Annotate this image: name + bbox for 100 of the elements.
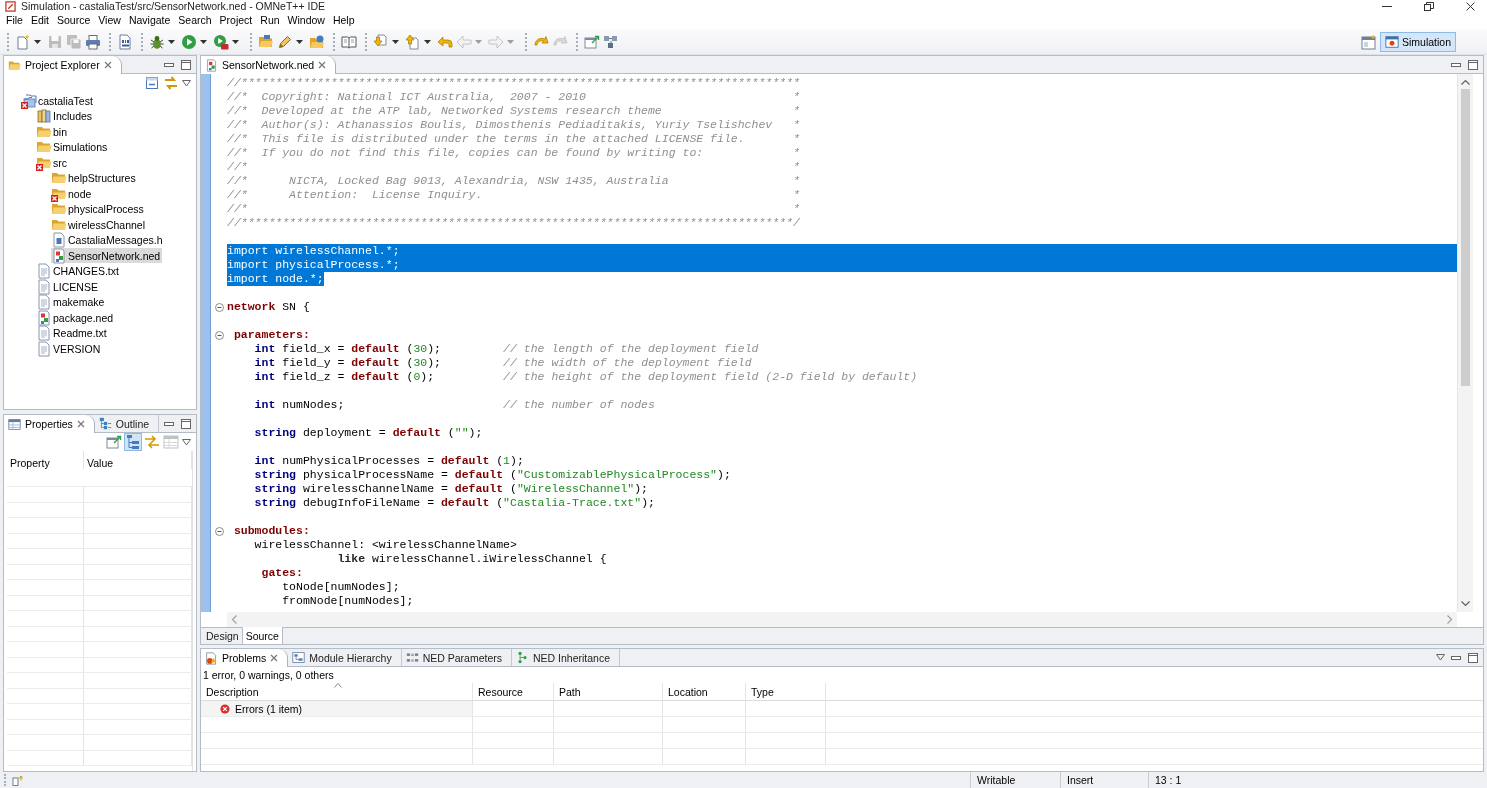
column-header[interactable]: Value: [87, 457, 114, 469]
close-icon[interactable]: [1466, 1, 1475, 11]
tree-list-icon[interactable]: [125, 434, 141, 450]
panel-tab[interactable]: Problems: [201, 649, 289, 667]
collapse-icon[interactable]: [214, 526, 224, 536]
tree-item[interactable]: helpStructures: [51, 170, 138, 186]
maximize-icon[interactable]: [180, 417, 192, 430]
column-header[interactable]: Path: [559, 685, 581, 698]
tree-item[interactable]: Includes: [36, 108, 95, 124]
column-header[interactable]: Property: [10, 457, 50, 469]
tree-item[interactable]: makemake: [36, 294, 107, 310]
column-header[interactable]: Description: [206, 685, 259, 698]
view-menu-icon[interactable]: [1436, 654, 1445, 661]
menu-item[interactable]: Run: [256, 13, 284, 28]
panel-tab[interactable]: Properties: [4, 415, 95, 433]
tree-item[interactable]: src: [36, 155, 69, 171]
scroll-right-icon[interactable]: [1447, 615, 1453, 624]
tree-item[interactable]: node: [51, 186, 94, 202]
tree-item[interactable]: CHANGES.txt: [36, 263, 121, 279]
tree-item[interactable]: wirelessChannel: [51, 217, 148, 233]
run-toolbox-icon[interactable]: [213, 33, 229, 50]
horizontal-scrollbar[interactable]: [227, 612, 1457, 627]
menu-item[interactable]: Navigate: [124, 13, 175, 28]
parameters-icon: [405, 651, 419, 664]
link-arrows-icon[interactable]: [163, 75, 179, 91]
tree-item[interactable]: CastaliaMessages.h: [51, 232, 165, 248]
dropdown-arrow-icon[interactable]: [232, 39, 239, 44]
view-menu-icon[interactable]: [182, 79, 191, 87]
tree-item[interactable]: LICENSE: [36, 279, 100, 295]
code-line: int field_x = default (30); // the length of the deployment field: [254, 342, 759, 356]
book-icon[interactable]: [341, 33, 357, 50]
panel-tab[interactable]: Outline: [94, 415, 160, 432]
dropdown-arrow-icon[interactable]: [34, 39, 41, 44]
collapse-all-icon[interactable]: [144, 75, 160, 91]
tree-item[interactable]: SensorNetwork.ned: [51, 248, 163, 264]
blocks-icon[interactable]: [603, 33, 619, 50]
menu-item[interactable]: Window: [283, 13, 329, 28]
code-line: //* Copyright: National ICT Australia, 2007 - 2010 *: [227, 90, 800, 104]
tree-item[interactable]: castaliaTest: [21, 93, 95, 109]
editor-tab[interactable]: SensorNetwork.ned: [201, 56, 337, 74]
view-menu-icon[interactable]: [182, 438, 191, 446]
tree-item[interactable]: Readme.txt: [36, 325, 109, 341]
tree-item[interactable]: VERSION: [36, 341, 103, 357]
code-line: //* Attention: License Inquiry. *: [227, 188, 800, 202]
outline-icon: [98, 417, 112, 430]
restore-icon[interactable]: [1424, 1, 1434, 11]
code-line: string physicalProcessName = default ("CustomizablePhysicalProcess");: [254, 468, 731, 482]
tree-item[interactable]: physicalProcess: [51, 201, 146, 217]
mode-tab[interactable]: Source: [242, 627, 283, 644]
scroll-left-icon[interactable]: [231, 615, 237, 624]
tree-item[interactable]: Simulations: [36, 139, 110, 155]
bug-icon[interactable]: [149, 33, 165, 50]
dropdown-arrow-icon[interactable]: [296, 39, 303, 44]
open-folder-icon[interactable]: [258, 33, 274, 50]
menu-item[interactable]: Search: [174, 13, 216, 28]
mode-tab[interactable]: Design: [203, 628, 243, 644]
code-line: parameters:: [233, 328, 310, 342]
dropdown-arrow-icon[interactable]: [200, 39, 207, 44]
collapse-icon[interactable]: [214, 330, 224, 340]
column-header[interactable]: Resource: [478, 685, 523, 698]
code-line: string debugInfoFileName = default ("Castalia-Trace.txt");: [254, 496, 655, 510]
menu-item[interactable]: Project: [215, 13, 257, 28]
pen-icon[interactable]: [277, 33, 293, 50]
open-perspective-icon[interactable]: [1360, 33, 1377, 50]
column-header[interactable]: Type: [751, 685, 774, 698]
menu-item[interactable]: Edit: [26, 13, 53, 28]
maximize-icon[interactable]: [1467, 58, 1479, 71]
menu-item[interactable]: Source: [53, 13, 95, 28]
code-line: int field_y = default (30); // the width of the deployment field: [254, 356, 752, 370]
dropdown-arrow-icon[interactable]: [168, 39, 175, 44]
panel-tab[interactable]: Project Explorer: [4, 56, 122, 74]
maximize-icon[interactable]: [180, 58, 192, 71]
vertical-scrollbar[interactable]: [1457, 74, 1473, 612]
fast-view-icon[interactable]: [12, 774, 23, 786]
window-arrow-icon[interactable]: [584, 33, 600, 50]
dropdown-arrow-icon[interactable]: [392, 39, 399, 44]
code-line: import wirelessChannel.*;: [227, 244, 400, 258]
menu-item[interactable]: Help: [328, 13, 359, 28]
tree-item[interactable]: bin: [36, 124, 69, 140]
code-line: //********************************************************************************/: [227, 216, 800, 230]
scrollbar-thumb[interactable]: [1461, 89, 1470, 386]
panel-tab[interactable]: NED Parameters: [401, 649, 512, 666]
arrows-icon[interactable]: [144, 434, 160, 450]
collapse-icon[interactable]: [214, 302, 224, 312]
print-icon[interactable]: [85, 33, 101, 50]
code-line: //*********************************************************************************: [227, 76, 800, 90]
scroll-down-icon[interactable]: [1461, 601, 1470, 607]
folder-globe-icon[interactable]: [309, 33, 325, 50]
perspective-button[interactable]: Simulation: [1379, 31, 1456, 52]
panel-tab[interactable]: NED Inheritance: [512, 649, 621, 666]
dropdown-arrow-icon[interactable]: [424, 39, 431, 44]
menu-item[interactable]: View: [94, 13, 125, 28]
column-header[interactable]: Location: [668, 685, 708, 698]
document-icon[interactable]: [117, 33, 133, 50]
menu-item[interactable]: File: [2, 13, 27, 28]
panel-tab[interactable]: Module Hierarchy: [288, 649, 402, 666]
maximize-icon[interactable]: [1467, 651, 1479, 664]
code-line: string deployment = default ("");: [254, 426, 483, 440]
scroll-up-icon[interactable]: [1461, 79, 1470, 85]
tree-item[interactable]: package.ned: [36, 310, 116, 326]
